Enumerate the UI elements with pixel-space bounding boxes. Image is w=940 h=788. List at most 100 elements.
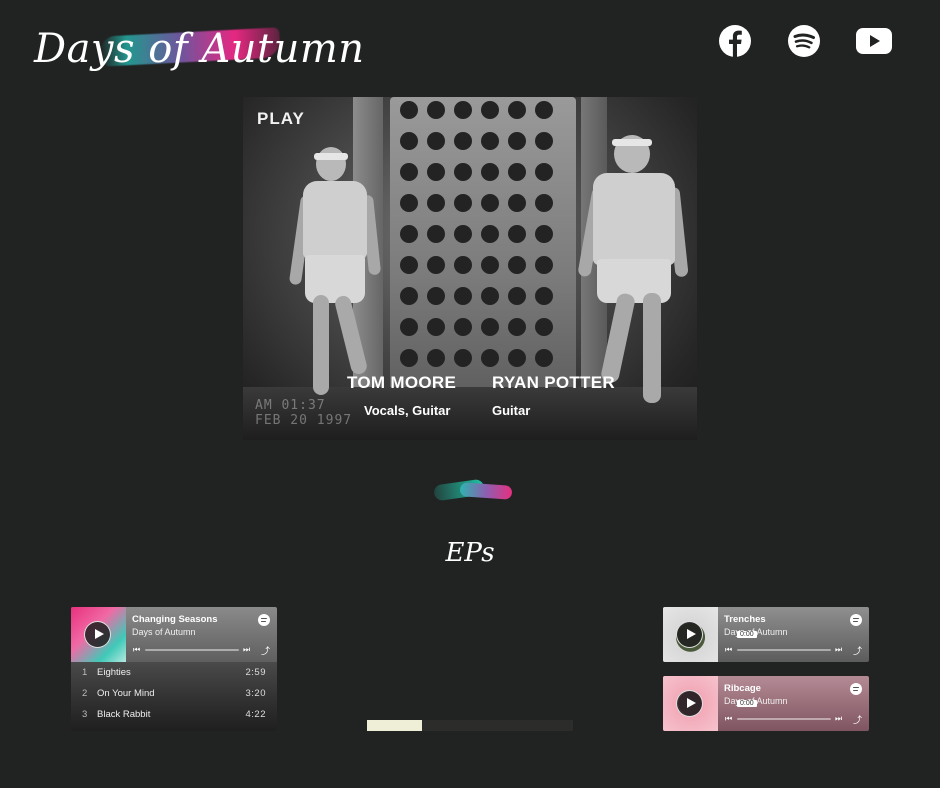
- board-hole: [481, 287, 499, 305]
- board-hole: [481, 225, 499, 243]
- player-header: Ribcage Days of Autumn 0:00 ⏮ ⏭ ⤴: [663, 676, 869, 731]
- play-button[interactable]: [676, 690, 703, 717]
- board-hole: [400, 132, 418, 150]
- board-hole: [427, 287, 445, 305]
- board-hole: [535, 225, 553, 243]
- site-header: Days of Autumn: [0, 0, 940, 96]
- ep-player-ribcage: Ribcage Days of Autumn 0:00 ⏮ ⏭ ⤴: [663, 676, 869, 731]
- previous-icon[interactable]: ⏮: [133, 645, 140, 655]
- album-art: [663, 607, 718, 662]
- board-hole: [535, 349, 553, 367]
- board-hole: [400, 318, 418, 336]
- board-hole: [454, 194, 472, 212]
- board-hole: [427, 132, 445, 150]
- member-role-ryan: Guitar: [492, 403, 531, 418]
- play-button[interactable]: [676, 621, 703, 648]
- board-hole: [535, 132, 553, 150]
- member-role-tom: Vocals, Guitar: [364, 403, 451, 418]
- ep-player-changing-seasons: Changing Seasons Days of Autumn ⏮ ⏭ ⤴ 1 …: [71, 607, 277, 731]
- site-logo[interactable]: Days of Autumn: [30, 22, 364, 80]
- facebook-link[interactable]: [716, 22, 754, 60]
- next-icon[interactable]: ⏭: [835, 645, 842, 655]
- board-hole: [454, 256, 472, 274]
- board-hole: [508, 163, 526, 181]
- board-hole: [508, 194, 526, 212]
- play-button[interactable]: [84, 621, 111, 648]
- board-hole: [481, 163, 499, 181]
- board-hole: [481, 256, 499, 274]
- track-row[interactable]: 3 Black Rabbit 4:22: [71, 704, 277, 725]
- album-art: [71, 607, 126, 662]
- player-header: Changing Seasons Days of Autumn ⏮ ⏭ ⤴: [71, 607, 277, 662]
- board-hole: [508, 132, 526, 150]
- loading-player-embed[interactable]: [367, 720, 573, 731]
- track-list: 1 Eighties 2:59 2 On Your Mind 3:20 3 Bl…: [71, 662, 277, 731]
- player-artist[interactable]: Days of Autumn: [132, 627, 196, 637]
- board-hole: [427, 256, 445, 274]
- board-hole: [508, 101, 526, 119]
- board-hole: [508, 225, 526, 243]
- player-header: Trenches Days of Autumn 0:00 ⏮ ⏭ ⤴: [663, 607, 869, 662]
- player-title[interactable]: Trenches: [724, 614, 766, 625]
- board-hole: [400, 287, 418, 305]
- camcorder-date-stamp: FEB 20 1997: [255, 413, 353, 428]
- youtube-icon: [856, 28, 892, 54]
- spotify-icon: [788, 25, 820, 57]
- board-hole: [427, 318, 445, 336]
- board-hole: [508, 349, 526, 367]
- spotify-link[interactable]: [785, 22, 823, 60]
- board-hole: [454, 287, 472, 305]
- spotify-icon[interactable]: [850, 614, 862, 626]
- player-title[interactable]: Changing Seasons: [132, 614, 218, 625]
- board-hole: [535, 163, 553, 181]
- board-hole: [400, 194, 418, 212]
- spotify-icon[interactable]: [850, 683, 862, 695]
- member-name-ryan: RYAN POTTER: [492, 373, 615, 392]
- board-hole: [400, 225, 418, 243]
- board-hole: [400, 163, 418, 181]
- progress-bar[interactable]: [737, 718, 831, 720]
- spotify-icon[interactable]: [258, 614, 270, 626]
- board-hole: [535, 287, 553, 305]
- album-art: [663, 676, 718, 731]
- ep-player-trenches: Trenches Days of Autumn 0:00 ⏮ ⏭ ⤴: [663, 607, 869, 662]
- eps-section-title: EPs: [445, 538, 495, 568]
- share-icon[interactable]: ⤴: [261, 644, 270, 657]
- board-hole: [400, 101, 418, 119]
- previous-icon[interactable]: ⏮: [725, 645, 732, 655]
- board-hole: [535, 256, 553, 274]
- next-icon[interactable]: ⏭: [243, 645, 250, 655]
- logo-text: Days of Autumn: [34, 26, 365, 72]
- camcorder-time-stamp: AM 01:37: [255, 398, 326, 413]
- board-hole: [535, 101, 553, 119]
- play-video-label[interactable]: PLAY: [257, 109, 305, 129]
- time-tooltip: 0:00: [737, 700, 757, 707]
- share-icon[interactable]: ⤴: [853, 713, 862, 726]
- board-hole: [427, 163, 445, 181]
- band-photo[interactable]: PLAY AM 01:37 FEB 20 1997 TOM MOORE Voca…: [243, 97, 697, 440]
- track-row[interactable]: 2 On Your Mind 3:20: [71, 683, 277, 704]
- board-hole: [481, 349, 499, 367]
- board-hole: [427, 349, 445, 367]
- board-hole: [481, 194, 499, 212]
- board-hole: [454, 132, 472, 150]
- next-icon[interactable]: ⏭: [835, 714, 842, 724]
- board-hole: [454, 101, 472, 119]
- board-hole: [508, 256, 526, 274]
- board-hole: [427, 101, 445, 119]
- youtube-link[interactable]: [854, 22, 894, 60]
- board-hole: [481, 318, 499, 336]
- player-title[interactable]: Ribcage: [724, 683, 761, 694]
- progress-bar[interactable]: [145, 649, 239, 651]
- loading-player-art: [367, 720, 422, 731]
- progress-bar[interactable]: [737, 649, 831, 651]
- previous-icon[interactable]: ⏮: [725, 714, 732, 724]
- share-icon[interactable]: ⤴: [853, 644, 862, 657]
- member-name-tom: TOM MOORE: [347, 373, 457, 392]
- track-row[interactable]: 1 Eighties 2:59: [71, 662, 277, 683]
- board-hole: [535, 318, 553, 336]
- board-hole: [481, 132, 499, 150]
- board-hole: [427, 194, 445, 212]
- board-hole: [535, 194, 553, 212]
- board-hole: [508, 287, 526, 305]
